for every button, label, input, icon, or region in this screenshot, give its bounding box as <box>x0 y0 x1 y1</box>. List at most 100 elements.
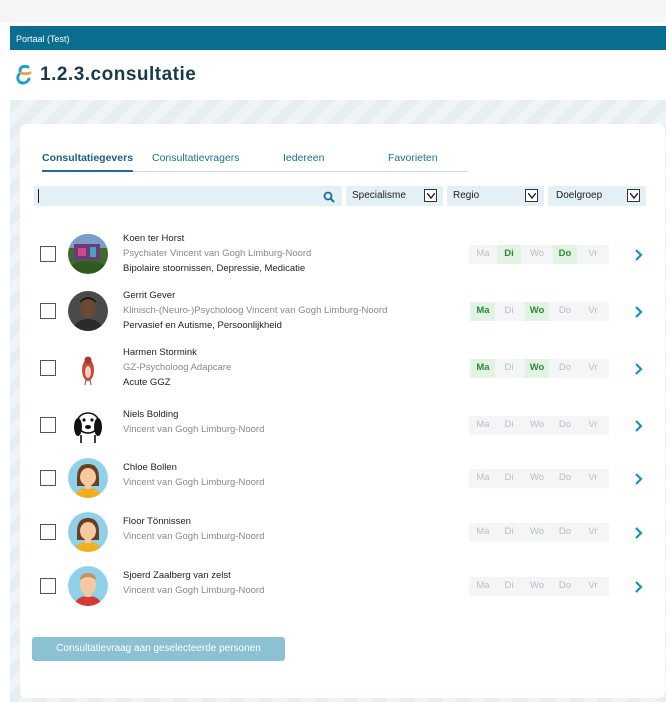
consultation-request-button[interactable]: Consultatievraag aan geselecteerde perso… <box>32 637 285 661</box>
person-info: Niels Bolding Vincent van Gogh Limburg-N… <box>123 407 264 437</box>
day-vr: Vr <box>588 362 598 373</box>
person-info: Koen ter Horst Psychiater Vincent van Go… <box>123 231 311 276</box>
portal-bar: Portaal (Test) <box>10 26 666 50</box>
availability: Ma Di Wo Do Vr <box>469 245 609 264</box>
logo-text: 1.2.3.consultatie <box>40 64 196 86</box>
day-wo: Wo <box>529 472 545 483</box>
chevron-right-icon[interactable] <box>634 472 644 485</box>
chevron-down-icon[interactable] <box>424 189 437 202</box>
main-panel: Consultatiegevers Consultatievragers Ied… <box>20 124 665 698</box>
day-di: Di <box>504 580 514 591</box>
day-ma: Ma <box>476 526 490 537</box>
person-info: Harmen Stormink GZ-Psycholoog Adapcare A… <box>123 345 231 390</box>
regio-select[interactable]: Regio <box>447 186 544 206</box>
avatar <box>68 458 108 498</box>
specialisme-label: Specialisme <box>352 190 406 201</box>
avatar <box>68 405 108 445</box>
select-checkbox[interactable] <box>40 246 56 262</box>
person-role: Klinisch-(Neuro-)Psycholoog Vincent van … <box>123 305 388 316</box>
day-di: Di <box>504 472 514 483</box>
day-vr: Vr <box>588 419 598 430</box>
search-icon[interactable] <box>323 190 335 203</box>
person-name[interactable]: Niels Bolding <box>123 407 264 422</box>
chevron-down-icon[interactable] <box>627 189 640 202</box>
ampersand-logo-icon <box>14 64 36 86</box>
select-checkbox[interactable] <box>40 578 56 594</box>
chevron-right-icon[interactable] <box>634 248 644 261</box>
tab-bar: Consultatiegevers Consultatievragers Ied… <box>42 152 468 172</box>
day-wo: Wo <box>529 526 545 537</box>
top-strip <box>0 0 666 22</box>
list-item: Harmen Stormink GZ-Psycholoog Adapcare A… <box>20 342 665 392</box>
tab-favorieten[interactable]: Favorieten <box>388 152 438 172</box>
chevron-right-icon[interactable] <box>634 526 644 539</box>
day-wo: Wo <box>525 302 549 321</box>
day-do: Do <box>558 305 572 316</box>
chevron-right-icon[interactable] <box>634 419 644 432</box>
tab-consultatievragers[interactable]: Consultatievragers <box>152 152 240 172</box>
list-item: Chloe Bollen Vincent van Gogh Limburg-No… <box>20 452 665 502</box>
chevron-right-icon[interactable] <box>634 305 644 318</box>
day-vr: Vr <box>588 305 598 316</box>
day-ma: Ma <box>471 302 495 321</box>
person-name[interactable]: Gerrit Gever <box>123 288 387 303</box>
person-specialism: Acute GGZ <box>123 377 171 388</box>
day-wo: Wo <box>525 359 549 378</box>
person-name[interactable]: Sjoerd Zaalberg van zelst <box>123 568 264 583</box>
day-ma: Ma <box>471 359 495 378</box>
avatar <box>68 566 108 606</box>
availability: Ma Di Wo Do Vr <box>469 302 609 321</box>
person-info: Gerrit Gever Klinisch-(Neuro-)Psycholoog… <box>123 288 387 333</box>
day-di: Di <box>504 526 514 537</box>
day-wo: Wo <box>529 248 545 259</box>
list-item: Gerrit Gever Klinisch-(Neuro-)Psycholoog… <box>20 285 665 335</box>
list-item: Niels Bolding Vincent van Gogh Limburg-N… <box>20 399 665 449</box>
day-di: Di <box>504 419 514 430</box>
person-name[interactable]: Chloe Bollen <box>123 460 264 475</box>
select-checkbox[interactable] <box>40 303 56 319</box>
person-name[interactable]: Harmen Stormink <box>123 345 231 360</box>
day-do: Do <box>558 419 572 430</box>
doelgroep-select[interactable]: Doelgroep <box>548 186 646 206</box>
day-do: Do <box>553 245 577 264</box>
day-vr: Vr <box>588 472 598 483</box>
list-item: Koen ter Horst Psychiater Vincent van Go… <box>20 228 665 278</box>
day-vr: Vr <box>588 248 598 259</box>
person-name[interactable]: Koen ter Horst <box>123 231 311 246</box>
person-role: GZ-Psycholoog Adapcare <box>123 362 232 373</box>
person-role: Vincent van Gogh Limburg-Noord <box>123 585 265 596</box>
select-checkbox[interactable] <box>40 360 56 376</box>
person-role: Psychiater Vincent van Gogh Limburg-Noor… <box>123 248 312 259</box>
person-name[interactable]: Floor Tönnissen <box>123 514 264 529</box>
avatar <box>68 234 108 274</box>
availability: Ma Di Wo Do Vr <box>469 577 609 596</box>
logo-header: 1.2.3.consultatie <box>10 50 666 100</box>
specialisme-select[interactable]: Specialisme <box>346 186 443 206</box>
logo-prefix: 1.2.3. <box>40 64 91 85</box>
day-do: Do <box>558 526 572 537</box>
search-input[interactable] <box>38 188 308 204</box>
availability: Ma Di Wo Do Vr <box>469 469 609 488</box>
tab-iedereen[interactable]: Iedereen <box>283 152 324 172</box>
person-info: Floor Tönnissen Vincent van Gogh Limburg… <box>123 514 264 544</box>
day-wo: Wo <box>529 580 545 591</box>
day-ma: Ma <box>476 419 490 430</box>
tab-consultatiegevers[interactable]: Consultatiegevers <box>42 152 134 172</box>
person-specialism: Pervasief en Autisme, Persoonlijkheid <box>123 320 282 331</box>
portal-title: Portaal (Test) <box>16 34 70 44</box>
chevron-down-icon[interactable] <box>525 189 538 202</box>
chevron-right-icon[interactable] <box>634 362 644 375</box>
availability: Ma Di Wo Do Vr <box>469 523 609 542</box>
select-checkbox[interactable] <box>40 524 56 540</box>
avatar <box>68 291 108 331</box>
day-di: Di <box>504 305 514 316</box>
day-ma: Ma <box>476 248 490 259</box>
search-box <box>34 186 342 206</box>
day-vr: Vr <box>588 580 598 591</box>
person-specialism: Bipolaire stoornissen, Depressie, Medica… <box>123 263 306 274</box>
chevron-right-icon[interactable] <box>634 580 644 593</box>
select-checkbox[interactable] <box>40 470 56 486</box>
person-role: Vincent van Gogh Limburg-Noord <box>123 424 265 435</box>
select-checkbox[interactable] <box>40 417 56 433</box>
day-do: Do <box>558 472 572 483</box>
